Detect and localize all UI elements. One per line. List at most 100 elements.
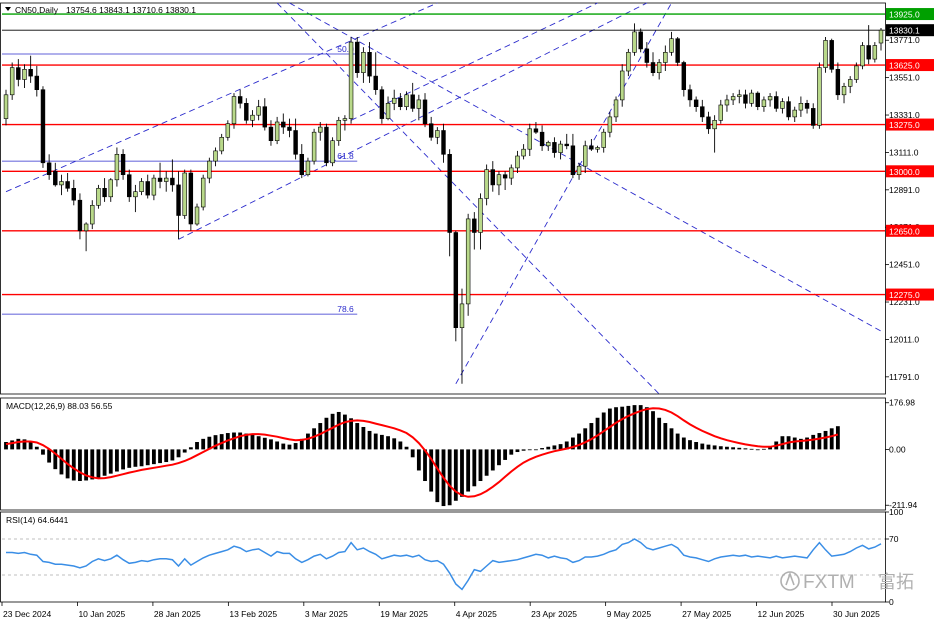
candle[interactable] [77, 193, 83, 240]
chart-canvas[interactable]: 13771.013551.013331.013111.012891.012671… [0, 0, 936, 624]
candle[interactable] [490, 161, 496, 192]
candle[interactable] [804, 99, 810, 114]
candle[interactable] [687, 84, 693, 107]
candle[interactable] [693, 96, 699, 112]
candle[interactable] [188, 169, 194, 231]
candle[interactable] [847, 76, 853, 94]
candle[interactable] [786, 96, 791, 121]
candle[interactable] [638, 28, 643, 53]
channel-lower-trendline[interactable] [178, 2, 648, 240]
candle[interactable] [379, 86, 385, 124]
candle[interactable] [114, 147, 120, 187]
candle[interactable] [9, 62, 15, 100]
candle[interactable] [866, 25, 871, 65]
candle[interactable] [626, 48, 631, 77]
candle[interactable] [96, 184, 101, 209]
candle[interactable] [681, 60, 687, 97]
candle[interactable] [90, 200, 95, 230]
candle[interactable] [576, 162, 582, 180]
candle[interactable] [780, 98, 785, 114]
steep-descending-trendline[interactable] [276, 2, 660, 395]
candle[interactable] [71, 179, 76, 206]
candle[interactable] [484, 164, 489, 206]
candle[interactable] [262, 98, 268, 131]
candle[interactable] [219, 133, 224, 155]
candle[interactable] [435, 127, 440, 145]
candle[interactable] [225, 120, 231, 141]
candle[interactable] [151, 174, 157, 201]
candle[interactable] [712, 115, 717, 153]
candle[interactable] [410, 82, 415, 112]
candle[interactable] [761, 96, 767, 112]
candle[interactable] [385, 96, 391, 121]
candle[interactable] [120, 149, 126, 180]
candle[interactable] [829, 38, 834, 73]
candle[interactable] [256, 99, 261, 121]
candle[interactable] [324, 123, 329, 167]
candle[interactable] [237, 89, 243, 109]
candle[interactable] [472, 212, 477, 250]
candle[interactable] [373, 52, 378, 95]
candle[interactable] [194, 203, 200, 226]
candle[interactable] [706, 111, 711, 134]
candle[interactable] [798, 96, 804, 117]
candle[interactable] [823, 37, 828, 73]
candle[interactable] [743, 89, 748, 109]
candle[interactable] [157, 162, 163, 189]
candle[interactable] [336, 116, 341, 146]
candle[interactable] [811, 103, 816, 129]
candle[interactable] [428, 116, 434, 141]
candle[interactable] [601, 128, 606, 153]
candle[interactable] [108, 178, 113, 202]
candle[interactable] [53, 162, 58, 187]
candle[interactable] [737, 89, 742, 104]
candle[interactable] [632, 23, 637, 56]
candle[interactable] [164, 171, 169, 192]
candle[interactable] [391, 89, 397, 111]
candle[interactable] [502, 171, 508, 190]
candle[interactable] [16, 59, 21, 87]
candle[interactable] [65, 173, 70, 192]
candle[interactable] [28, 55, 33, 83]
candle[interactable] [398, 93, 403, 111]
candle[interactable] [749, 89, 754, 107]
candle[interactable] [342, 115, 348, 131]
candle[interactable] [416, 94, 422, 121]
candle[interactable] [730, 93, 736, 105]
candle[interactable] [675, 37, 680, 66]
candle[interactable] [817, 62, 822, 129]
rsi-pane[interactable]: RSI(14) 64.6441 100 70 0 [0, 507, 904, 607]
candle[interactable] [355, 37, 360, 78]
triangle-down-icon[interactable] [5, 7, 11, 11]
candle[interactable] [213, 147, 218, 167]
candle[interactable] [613, 96, 619, 123]
candle[interactable] [46, 154, 52, 180]
candle[interactable] [3, 89, 9, 126]
candle[interactable] [607, 111, 613, 138]
candle[interactable] [860, 42, 865, 70]
candle[interactable] [22, 64, 27, 88]
candle[interactable] [59, 174, 64, 196]
candle[interactable] [34, 65, 40, 97]
macd-pane[interactable]: MACD(12,26,9) 88.03 56.55 176.980.00-211.… [0, 397, 918, 511]
candle[interactable] [127, 169, 132, 202]
candle[interactable] [496, 171, 502, 196]
candle[interactable] [244, 98, 249, 124]
candle[interactable] [644, 42, 650, 68]
candle[interactable] [515, 150, 520, 173]
candle[interactable] [231, 93, 237, 129]
candle[interactable] [878, 27, 884, 51]
candle[interactable] [207, 157, 212, 184]
candle[interactable] [145, 174, 150, 199]
candle[interactable] [521, 144, 526, 160]
candle[interactable] [558, 140, 563, 160]
candle[interactable] [422, 93, 428, 128]
candle[interactable] [287, 118, 292, 138]
candle[interactable] [133, 184, 138, 213]
candle[interactable] [83, 222, 89, 252]
candle[interactable] [200, 174, 206, 211]
candle[interactable] [40, 86, 46, 168]
candle[interactable] [700, 99, 705, 122]
candle[interactable] [619, 64, 625, 107]
candle[interactable] [459, 288, 465, 384]
